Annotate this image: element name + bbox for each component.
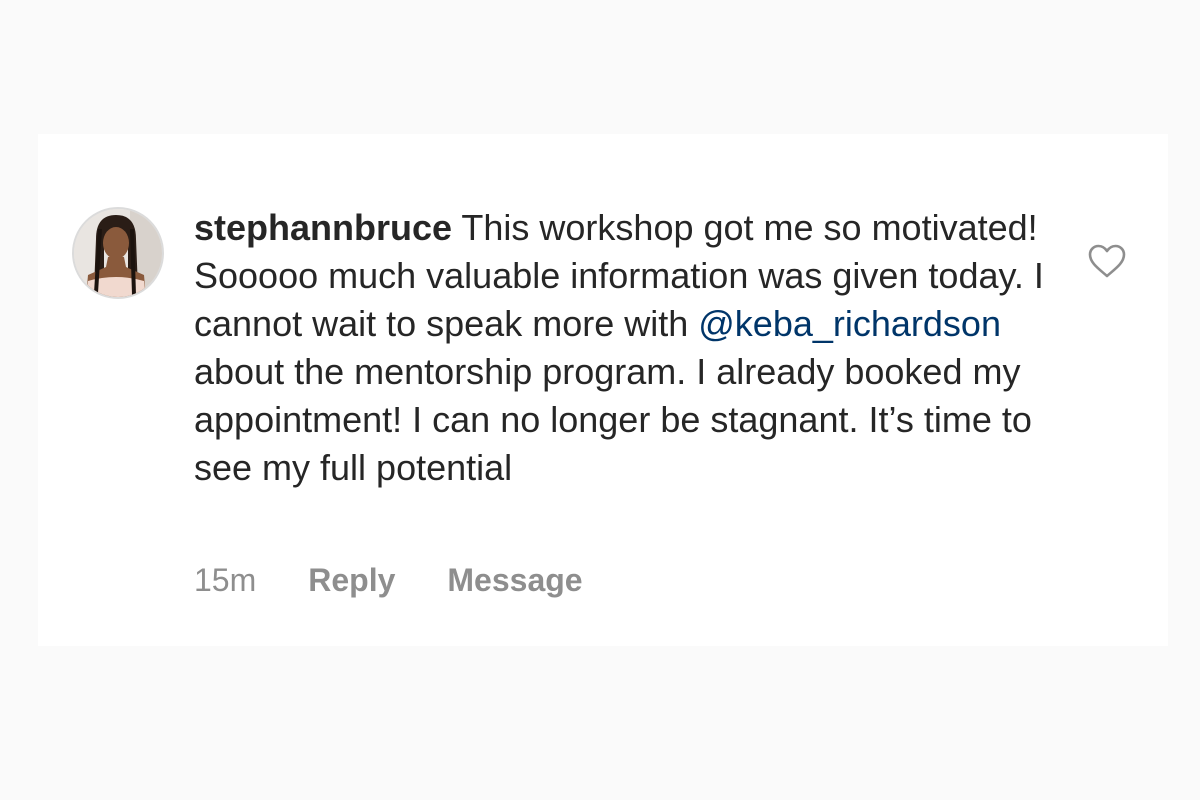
mention-link[interactable]: @keba_richardson (698, 303, 1001, 344)
comment-body-part-2: about the mentorship program. I already … (194, 351, 1032, 488)
like-button[interactable] (1087, 243, 1127, 279)
heart-outline-icon (1088, 244, 1126, 278)
comment-text: stephannbruce This workshop got me so mo… (194, 204, 1054, 492)
comment-username[interactable]: stephannbruce (194, 207, 452, 248)
avatar[interactable] (72, 207, 164, 299)
profile-photo (74, 209, 162, 297)
comment-timestamp: 15m (194, 562, 257, 598)
message-button[interactable]: Message (447, 560, 582, 600)
comment-meta: 15m Reply Message (194, 560, 635, 600)
reply-button[interactable]: Reply (308, 560, 395, 600)
